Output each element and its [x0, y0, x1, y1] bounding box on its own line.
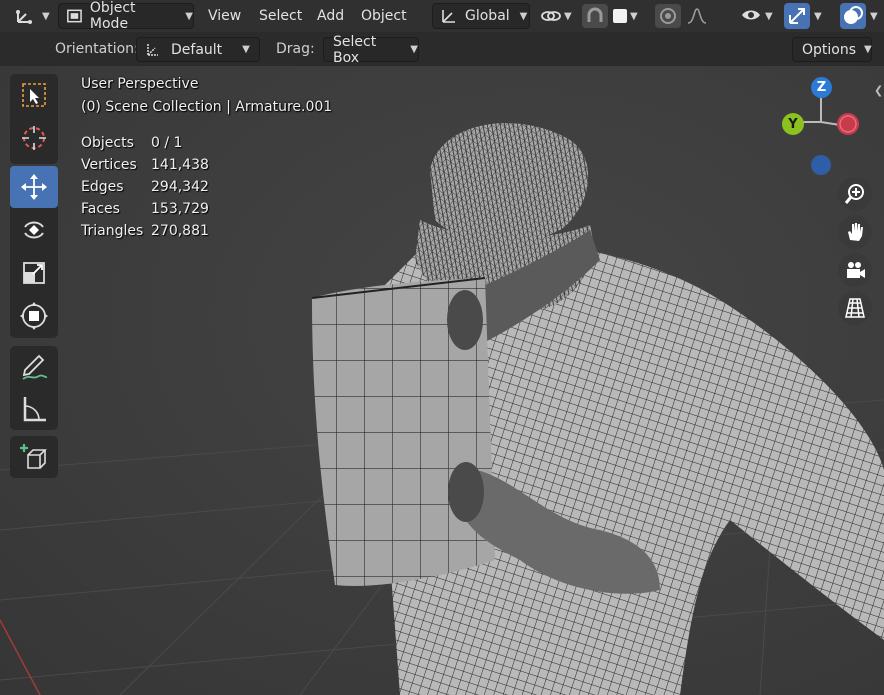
gizmo-toggle[interactable] — [784, 3, 810, 29]
drag-dropdown[interactable]: Select Box ▼ — [323, 34, 419, 66]
stat-value: 153,729 — [151, 201, 209, 217]
sidebar-toggle-icon[interactable]: ❮ — [874, 84, 883, 97]
zoom-icon — [844, 184, 864, 204]
measure-tool[interactable] — [10, 388, 58, 430]
pan-button[interactable] — [838, 215, 872, 249]
eye-visibility-icon — [742, 10, 760, 20]
square-icon[interactable] — [613, 9, 627, 23]
annotate-tool[interactable] — [10, 346, 58, 388]
perspective-grid-icon — [845, 298, 865, 318]
chevron-down-icon: ▼ — [242, 44, 250, 55]
cursor-tool[interactable] — [10, 117, 58, 159]
orientation-dropdown[interactable]: Default ▼ — [136, 37, 260, 62]
options-dropdown[interactable]: Options ▼ — [792, 37, 872, 62]
orientation-axes-icon — [442, 10, 455, 23]
transform-icon — [20, 302, 48, 330]
orientation-label: Orientation: — [55, 41, 139, 57]
stat-value: 294,342 — [151, 179, 209, 195]
menu-view[interactable]: View — [208, 0, 241, 32]
options-label: Options — [802, 41, 857, 58]
camera-view-button[interactable] — [838, 253, 872, 287]
stat-label: Triangles — [81, 223, 144, 239]
snap-target-dropdown[interactable]: ▼ — [630, 0, 638, 32]
select-box-icon — [22, 83, 46, 107]
add-cube-tool[interactable] — [10, 436, 58, 478]
drag-value: Select Box — [333, 33, 377, 66]
overlays-toggle[interactable] — [840, 3, 866, 29]
axes-grid-icon — [16, 10, 32, 24]
move-icon — [21, 174, 47, 200]
chevron-down-icon: ▼ — [814, 10, 822, 22]
stat-label: Edges — [81, 179, 124, 195]
falloff-curve-icon — [687, 8, 707, 24]
scale-icon — [23, 262, 45, 284]
stat-value: 270,881 — [151, 223, 209, 239]
chevron-down-icon: ▼ — [185, 10, 193, 22]
annotate-pencil-icon — [22, 354, 48, 380]
gizmo-z-axis[interactable]: Z — [811, 77, 832, 98]
rotate-tool[interactable] — [10, 209, 58, 251]
move-tool[interactable] — [10, 166, 58, 208]
chevron-down-icon: ▼ — [410, 44, 418, 55]
viewport-header: ▼ Object Mode ▼ View Select Add Object G… — [0, 0, 884, 32]
stat-label: Objects — [81, 135, 134, 151]
drag-label: Drag: — [276, 41, 315, 57]
gizmo-icon — [789, 8, 805, 24]
object-mode-icon — [67, 9, 82, 23]
chevron-down-icon: ▼ — [42, 10, 50, 22]
overlays-icon — [844, 6, 863, 24]
3d-viewport[interactable]: User Perspective (0) Scene Collection | … — [0, 66, 884, 695]
chevron-down-icon: ▼ — [765, 10, 773, 22]
pan-hand-icon — [848, 223, 863, 241]
chevron-down-icon: ▼ — [630, 10, 638, 22]
collection-info: (0) Scene Collection | Armature.001 — [81, 99, 333, 115]
menu-select[interactable]: Select — [259, 0, 302, 32]
transform-tool[interactable] — [10, 295, 58, 337]
stat-label: Faces — [81, 201, 120, 217]
camera-icon — [847, 262, 865, 278]
stat-label: Vertices — [81, 157, 137, 173]
gizmo-y-axis[interactable]: Y — [782, 113, 804, 135]
orientation-axes-icon — [147, 43, 158, 56]
chevron-down-icon: ▼ — [864, 44, 872, 55]
stat-value: 0 / 1 — [151, 135, 183, 151]
proportional-edit-toggle[interactable] — [655, 4, 681, 28]
transform-label: Global — [465, 8, 510, 24]
menu-add[interactable]: Add — [317, 0, 344, 32]
link-icon — [541, 11, 561, 21]
transform-orientation-dropdown[interactable]: Global ▼ — [432, 3, 530, 29]
snap-toggle[interactable] — [582, 4, 608, 28]
menu-object[interactable]: Object — [361, 0, 407, 32]
zoom-button[interactable] — [838, 177, 872, 211]
visibility-dropdown[interactable]: ▼ — [740, 0, 773, 32]
falloff-dropdown[interactable] — [686, 0, 708, 32]
cursor-icon — [22, 126, 46, 150]
chevron-down-icon: ▼ — [564, 10, 572, 22]
scale-tool[interactable] — [10, 252, 58, 294]
select-box-tool[interactable] — [10, 74, 58, 116]
editor-type-button[interactable]: ▼ — [14, 0, 50, 32]
rotate-icon — [24, 221, 44, 239]
measure-ruler-icon — [23, 397, 46, 422]
chevron-down-icon: ▼ — [519, 10, 528, 22]
tool-header: Orientation: Default ▼ Drag: Select Box … — [0, 32, 884, 66]
snap-magnet-icon — [587, 7, 603, 22]
add-cube-icon — [20, 444, 47, 469]
gizmo-dropdown[interactable]: ▼ — [814, 0, 822, 32]
mode-dropdown[interactable]: Object Mode ▼ — [58, 0, 194, 32]
orientation-value: Default — [171, 41, 223, 58]
overlays-dropdown[interactable]: ▼ — [870, 0, 878, 32]
pivot-point-dropdown[interactable]: ▼ — [540, 0, 572, 32]
proportional-edit-icon — [660, 8, 676, 24]
view-name: User Perspective — [81, 76, 199, 92]
chevron-down-icon: ▼ — [870, 10, 878, 22]
mode-label: Object Mode — [89, 0, 136, 32]
stat-value: 141,438 — [151, 157, 209, 173]
perspective-toggle-button[interactable] — [838, 291, 872, 325]
